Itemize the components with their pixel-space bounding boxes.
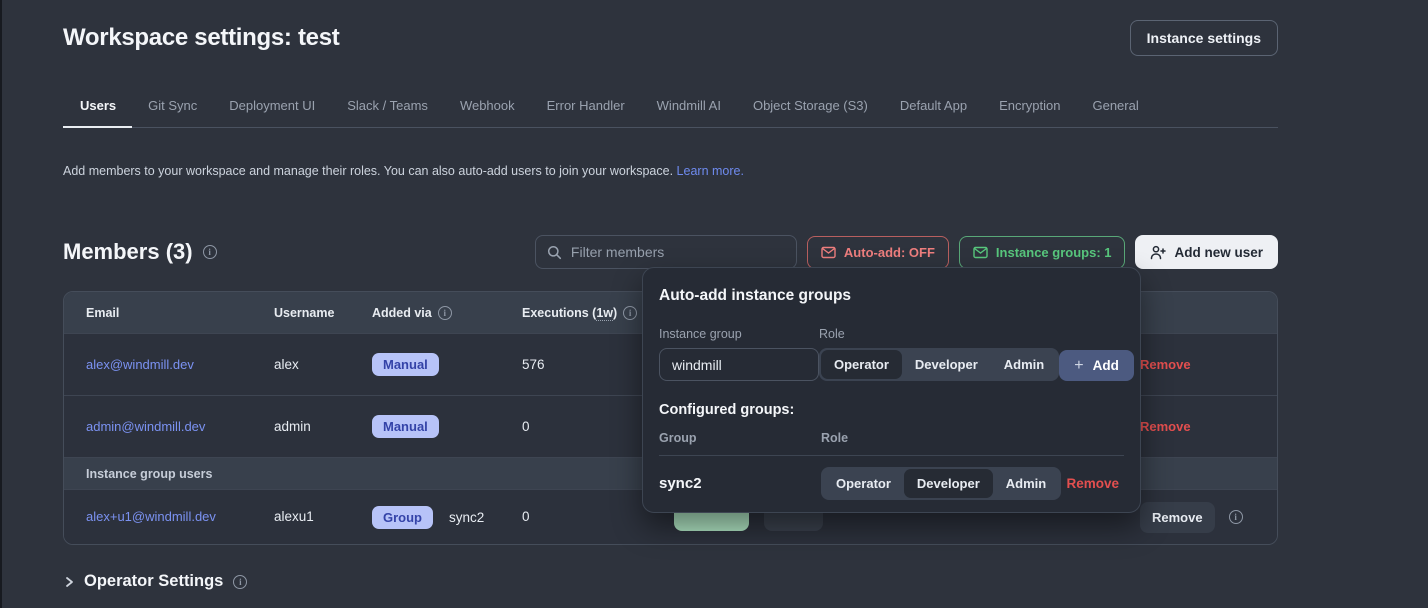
- added-via-label: Added via: [372, 306, 432, 320]
- tab-default-app[interactable]: Default App: [884, 89, 983, 127]
- added-via-badge: Manual: [372, 415, 439, 438]
- role-option-operator[interactable]: Operator: [821, 350, 902, 379]
- role-segmented-control: Operator Developer Admin: [819, 348, 1059, 381]
- tab-deployment-ui[interactable]: Deployment UI: [213, 89, 331, 127]
- mail-icon: [821, 246, 836, 259]
- window-left-edge: [0, 0, 2, 608]
- mail-icon: [973, 246, 988, 259]
- remove-member-button[interactable]: Remove: [1140, 419, 1191, 434]
- member-email-link[interactable]: alex@windmill.dev: [86, 357, 194, 372]
- add-group-button[interactable]: + Add: [1059, 350, 1134, 381]
- role-segmented-control: Operator Developer Admin: [821, 467, 1061, 500]
- search-icon: [547, 245, 562, 260]
- configured-col-role: Role: [821, 431, 848, 445]
- member-email-link[interactable]: alex+u1@windmill.dev: [86, 509, 216, 524]
- info-icon: i: [1229, 510, 1243, 524]
- configured-col-group: Group: [659, 431, 821, 445]
- learn-more-link[interactable]: Learn more.: [677, 164, 744, 178]
- role-option-operator[interactable]: Operator: [823, 469, 904, 498]
- added-via-badge: Manual: [372, 353, 439, 376]
- executions-label: Executions (1w): [522, 306, 617, 320]
- column-header-executions: Executions (1w) i: [522, 306, 642, 320]
- member-username: alex: [274, 357, 299, 372]
- divider: [659, 455, 1124, 456]
- role-option-developer[interactable]: Developer: [902, 350, 991, 379]
- role-field-label: Role: [819, 327, 1059, 341]
- role-option-admin[interactable]: Admin: [993, 469, 1059, 498]
- add-new-user-label: Add new user: [1174, 245, 1263, 260]
- info-icon: i: [623, 306, 637, 320]
- tab-error-handler[interactable]: Error Handler: [531, 89, 641, 127]
- executions-count: 0: [522, 419, 530, 434]
- tab-windmill-ai[interactable]: Windmill AI: [641, 89, 737, 127]
- tab-webhook[interactable]: Webhook: [444, 89, 531, 127]
- operator-settings-toggle[interactable]: Operator Settings i: [63, 572, 1278, 591]
- column-header-added-via: Added via i: [372, 306, 522, 320]
- auto-add-instance-groups-popup: Auto-add instance groups Instance group …: [642, 267, 1141, 513]
- info-icon: i: [203, 245, 217, 259]
- popup-title: Auto-add instance groups: [659, 287, 1124, 305]
- user-plus-icon: [1150, 245, 1166, 260]
- operator-settings-label: Operator Settings: [84, 572, 223, 591]
- column-header-email: Email: [64, 306, 274, 320]
- column-header-username: Username: [274, 306, 372, 320]
- page-description: Add members to your workspace and manage…: [63, 164, 1278, 178]
- tab-general[interactable]: General: [1076, 89, 1154, 127]
- tab-object-storage[interactable]: Object Storage (S3): [737, 89, 884, 127]
- page-title: Workspace settings: test: [63, 24, 339, 52]
- members-heading: Members (3): [63, 239, 193, 265]
- tab-users[interactable]: Users: [63, 89, 132, 128]
- info-icon: i: [233, 575, 247, 589]
- instance-group-input[interactable]: [659, 348, 819, 381]
- filter-members-box[interactable]: [535, 235, 797, 269]
- added-via-badge: Group: [372, 506, 433, 529]
- tab-git-sync[interactable]: Git Sync: [132, 89, 213, 127]
- add-new-user-button[interactable]: Add new user: [1135, 235, 1278, 269]
- executions-count: 576: [522, 357, 545, 372]
- member-email-link[interactable]: admin@windmill.dev: [86, 419, 205, 434]
- tab-encryption[interactable]: Encryption: [983, 89, 1076, 127]
- configured-groups-heading: Configured groups:: [659, 402, 1124, 418]
- remove-member-button[interactable]: Remove: [1140, 357, 1191, 372]
- plus-icon: +: [1074, 357, 1083, 375]
- member-username: alexu1: [274, 509, 314, 524]
- settings-tabs: Users Git Sync Deployment UI Slack / Tea…: [63, 89, 1278, 128]
- description-text: Add members to your workspace and manage…: [63, 164, 673, 178]
- filter-members-input[interactable]: [571, 244, 785, 260]
- remove-member-button[interactable]: Remove: [1140, 502, 1215, 533]
- role-option-admin[interactable]: Admin: [991, 350, 1057, 379]
- group-name: sync2: [449, 510, 484, 525]
- tab-slack-teams[interactable]: Slack / Teams: [331, 89, 444, 127]
- add-group-label: Add: [1093, 358, 1119, 373]
- executions-count: 0: [522, 509, 530, 524]
- instance-settings-button[interactable]: Instance settings: [1130, 20, 1278, 56]
- auto-add-label: Auto-add: OFF: [844, 245, 935, 260]
- configured-group-name: sync2: [659, 475, 821, 492]
- instance-group-field-label: Instance group: [659, 327, 819, 341]
- instance-groups-label: Instance groups: 1: [996, 245, 1112, 260]
- role-option-developer[interactable]: Developer: [904, 469, 993, 498]
- configured-group-row: sync2 Operator Developer Admin Remove: [659, 467, 1124, 500]
- info-icon: i: [438, 306, 452, 320]
- auto-add-button[interactable]: Auto-add: OFF: [807, 236, 949, 269]
- member-username: admin: [274, 419, 311, 434]
- remove-group-button[interactable]: Remove: [1066, 476, 1119, 491]
- instance-groups-button[interactable]: Instance groups: 1: [959, 236, 1126, 269]
- chevron-right-icon: [63, 576, 75, 588]
